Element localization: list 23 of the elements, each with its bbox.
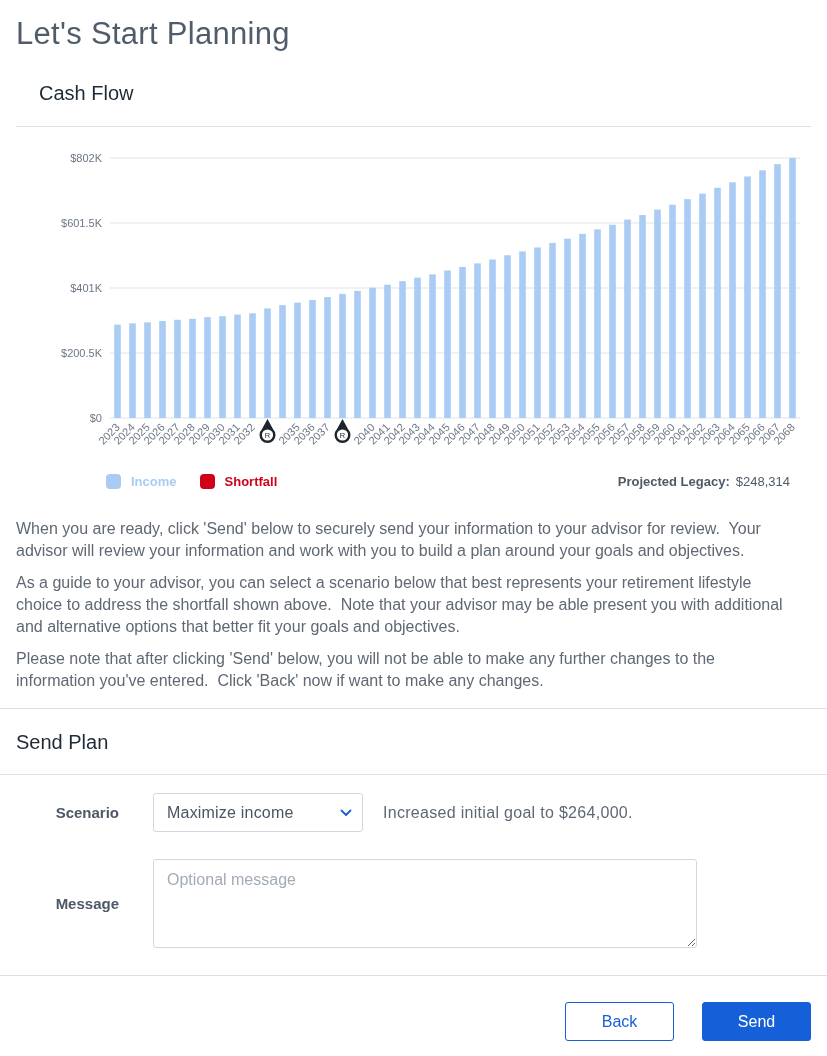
page-title: Let's Start Planning xyxy=(15,15,291,52)
y-axis-label: $802K xyxy=(70,152,102,164)
y-axis-label: $0 xyxy=(89,412,102,424)
y-axis-label: $401K xyxy=(70,282,102,294)
section-title: Cash Flow xyxy=(39,81,135,106)
y-axis-label: $200.5K xyxy=(61,347,102,359)
y-axis-label: $601.5K xyxy=(61,217,102,229)
info-paragraph: As a guide to your advisor, you can select a scenario below that best represents your retirement lifestyle choice to address the shortfall shown above. Note that your advisor may be able present you with additional and alternative options that better fit your goals and objectives. xyxy=(16,573,784,637)
scenario-note: Increased initial goal to $264,000. xyxy=(383,803,633,822)
projected-legacy-label: Projected Legacy: xyxy=(617,473,730,489)
scenario-label: Scenario xyxy=(55,804,119,821)
legend-label: Shortfall xyxy=(224,473,278,489)
info-paragraph: When you are ready, click 'Send' below to securely send your information to your advisor for review. Your advisor will review your information and work with you to build a plan around your goals and objectives. xyxy=(16,519,762,561)
info-paragraph: Please note that after clicking 'Send' below, you will not be able to make any further changes to the information you've entered. Click 'Back' now if want to make any changes. xyxy=(16,649,716,691)
send-button[interactable]: Send xyxy=(702,1002,811,1041)
chevron-down-icon xyxy=(340,808,352,817)
legend-label: Income xyxy=(131,473,177,489)
back-button[interactable]: Back xyxy=(565,1002,674,1041)
projected-legacy-value: $248,314 xyxy=(735,473,790,489)
message-label: Message xyxy=(55,895,119,912)
scenario-dropdown[interactable]: Maximize income xyxy=(153,793,363,832)
section-title: Send Plan xyxy=(16,730,110,754)
message-field[interactable]: Optional message xyxy=(153,859,697,948)
